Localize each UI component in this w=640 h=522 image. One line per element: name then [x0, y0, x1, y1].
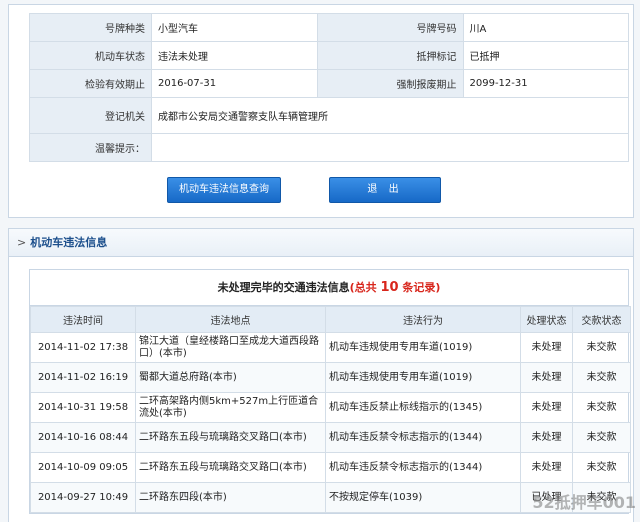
cell-location: 二环高架路内侧5km+527m上行匝道合流处(本市): [135, 392, 326, 423]
table-row: 2014-10-31 19:58 二环高架路内侧5km+527m上行匝道合流处(…: [30, 392, 631, 423]
table-row: 2014-11-02 16:19 蜀都大道总府路(本市) 机动车违规使用专用车道…: [30, 362, 631, 393]
cell-process: 未处理: [520, 332, 573, 363]
violation-table: 违法时间 违法地点 违法行为 处理状态 交款状态 2014-11-02 17:3…: [30, 306, 631, 513]
office-value: 成都市公安局交通警察支队车辆管理所: [151, 97, 629, 134]
mortgage-value: 已抵押: [462, 41, 629, 70]
cell-payment: 未交款: [572, 362, 631, 393]
cell-behavior: 机动车违反禁止标线指示的(1345): [325, 392, 521, 423]
plate-type-label: 号牌种类: [29, 13, 152, 42]
cell-process: 未处理: [520, 392, 573, 423]
chevron-right-icon: >: [17, 236, 27, 249]
cell-behavior: 机动车违规使用专用车道(1019): [325, 332, 521, 363]
cell-time: 2014-10-16 08:44: [30, 422, 136, 453]
cell-payment: 未交款: [572, 332, 631, 363]
info-row: 机动车状态 违法未处理 抵押标记 已抵押: [29, 41, 629, 70]
scrap-value: 2099-12-31: [462, 69, 629, 98]
info-row: 登记机关 成都市公安局交通警察支队车辆管理所: [29, 97, 629, 134]
info-row: 检验有效期止 2016-07-31 强制报废期止 2099-12-31: [29, 69, 629, 98]
table-row: 2014-10-09 09:05 二环路东五段与琉璃路交叉路口(本市) 机动车违…: [30, 452, 631, 483]
header-location: 违法地点: [135, 306, 326, 333]
cell-behavior: 机动车违反禁令标志指示的(1344): [325, 452, 521, 483]
watermark: 52抵押车001: [532, 493, 636, 512]
violation-count: 10: [380, 280, 399, 295]
cell-process: 未处理: [520, 362, 573, 393]
status-label: 机动车状态: [29, 41, 152, 70]
cell-location: 二环路东五段与琉璃路交叉路口(本市): [135, 422, 326, 453]
mortgage-label: 抵押标记: [316, 41, 464, 70]
tip-value: [151, 133, 629, 162]
cell-time: 2014-09-27 10:49: [30, 482, 136, 513]
cell-time: 2014-10-31 19:58: [30, 392, 136, 423]
cell-location: 二环路东四段(本市): [135, 482, 326, 513]
vehicle-info-table: 号牌种类 小型汽车 号牌号码 川A 机动车状态 违法未处理 抵押标记 已抵押 检…: [29, 13, 629, 162]
cell-payment: 未交款: [572, 422, 631, 453]
inspect-value: 2016-07-31: [151, 69, 318, 98]
header-behavior: 违法行为: [325, 306, 521, 333]
cell-time: 2014-11-02 17:38: [30, 332, 136, 363]
cell-location: 锦江大道（皇经楼路口至成龙大道西段路口）(本市): [135, 332, 326, 363]
header-time: 违法时间: [30, 306, 136, 333]
scrap-label: 强制报废期止: [316, 69, 464, 98]
cell-process: 未处理: [520, 452, 573, 483]
plate-no-label: 号牌号码: [316, 13, 464, 42]
exit-button[interactable]: 退 出: [329, 177, 441, 203]
plate-no-value: 川A: [462, 13, 629, 42]
cell-payment: 未交款: [572, 392, 631, 423]
cell-time: 2014-10-09 09:05: [30, 452, 136, 483]
cell-location: 二环路东五段与琉璃路交叉路口(本市): [135, 452, 326, 483]
status-value: 违法未处理: [151, 41, 318, 70]
office-label: 登记机关: [29, 97, 152, 134]
violation-query-button[interactable]: 机动车违法信息查询: [167, 177, 281, 203]
cell-behavior: 机动车违反禁令标志指示的(1344): [325, 422, 521, 453]
violation-panel: > 机动车违法信息 未处理完毕的交通违法信息(总共 10 条记录) 违法时间 违法…: [8, 228, 634, 522]
tip-label: 温馨提示：: [29, 133, 152, 162]
cell-process: 未处理: [520, 422, 573, 453]
header-process: 处理状态: [520, 306, 573, 333]
header-payment: 交款状态: [572, 306, 631, 333]
section-title: 机动车违法信息: [30, 236, 108, 249]
cell-time: 2014-11-02 16:19: [30, 362, 136, 393]
inspect-label: 检验有效期止: [29, 69, 152, 98]
violation-total-close: 条记录): [398, 281, 441, 294]
info-row: 号牌种类 小型汽车 号牌号码 川A: [29, 13, 629, 42]
cell-behavior: 机动车违规使用专用车道(1019): [325, 362, 521, 393]
info-row: 温馨提示：: [29, 133, 629, 162]
table-row: 2014-10-16 08:44 二环路东五段与琉璃路交叉路口(本市) 机动车违…: [30, 422, 631, 453]
violation-title-text: 未处理完毕的交通违法信息: [217, 281, 350, 294]
vehicle-info-panel: 号牌种类 小型汽车 号牌号码 川A 机动车状态 违法未处理 抵押标记 已抵押 检…: [8, 4, 634, 218]
table-row: 2014-11-02 17:38 锦江大道（皇经楼路口至成龙大道西段路口）(本市…: [30, 332, 631, 363]
violation-table-wrapper: 未处理完毕的交通违法信息(总共 10 条记录) 违法时间 违法地点 违法行为 处…: [29, 269, 631, 514]
cell-payment: 未交款: [572, 452, 631, 483]
section-header: > 机动车违法信息: [9, 229, 633, 257]
violation-total-open: (总共: [349, 281, 381, 294]
violation-title: 未处理完毕的交通违法信息(总共 10 条记录): [30, 270, 628, 306]
table-header-row: 违法时间 违法地点 违法行为 处理状态 交款状态: [30, 306, 631, 333]
plate-type-value: 小型汽车: [151, 13, 318, 42]
cell-location: 蜀都大道总府路(本市): [135, 362, 326, 393]
